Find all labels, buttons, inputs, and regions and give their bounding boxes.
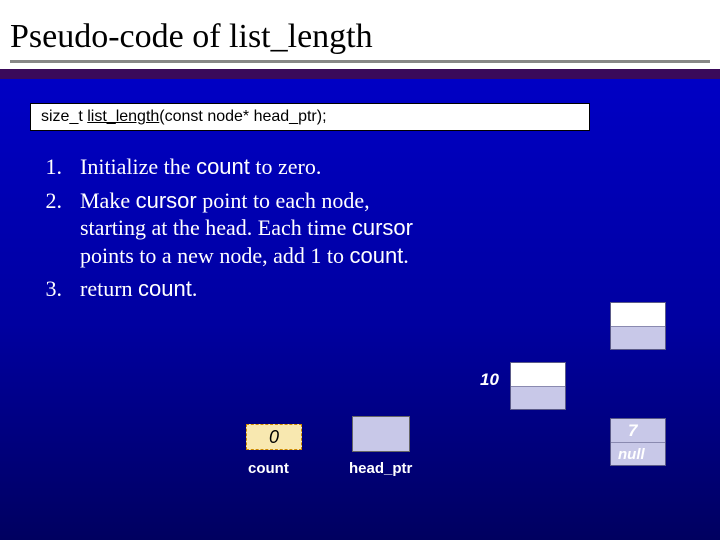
accent-bar bbox=[0, 69, 720, 79]
steps-list: 1. Initialize the count to zero. 2. Make… bbox=[30, 153, 420, 303]
slide-title: Pseudo-code of list_length bbox=[10, 18, 710, 56]
step-text: Initialize the count to zero. bbox=[80, 153, 420, 181]
step-number: 1. bbox=[30, 153, 80, 181]
step-text: return count. bbox=[80, 275, 420, 303]
sig-return-type: size_t bbox=[41, 108, 87, 125]
content-area: size_t list_length(const node* head_ptr)… bbox=[0, 79, 720, 519]
step-number: 2. bbox=[30, 187, 80, 270]
step-text: Make cursor point to each node, starting… bbox=[80, 187, 420, 270]
step-number: 3. bbox=[30, 275, 80, 303]
sig-function-name: list_length bbox=[87, 108, 159, 125]
step-item: 2. Make cursor point to each node, start… bbox=[30, 187, 420, 270]
step-item: 3. return count. bbox=[30, 275, 420, 303]
signature-box: size_t list_length(const node* head_ptr)… bbox=[30, 103, 590, 131]
title-underline bbox=[10, 60, 710, 63]
step-item: 1. Initialize the count to zero. bbox=[30, 153, 420, 181]
title-area: Pseudo-code of list_length bbox=[0, 0, 720, 69]
sig-params: (const node* head_ptr); bbox=[159, 108, 326, 125]
